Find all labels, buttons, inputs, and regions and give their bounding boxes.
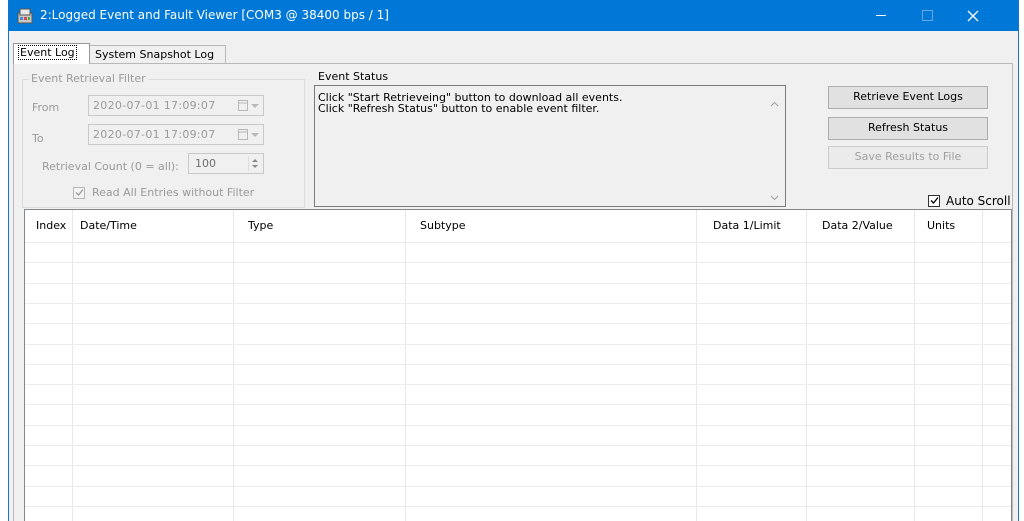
row-divider (25, 344, 1011, 345)
window-title: 2:Logged Event and Fault Viewer [COM3 @ … (40, 8, 389, 22)
row-divider (25, 425, 1011, 426)
close-icon (966, 9, 980, 23)
app-window: 2:Logged Event and Fault Viewer [COM3 @ … (8, 0, 1019, 521)
to-label: To (32, 132, 44, 145)
save-results-button[interactable]: Save Results to File (828, 146, 988, 169)
row-divider (25, 242, 1011, 243)
to-datetime-value: 2020-07-01 17:09:07 (93, 128, 216, 141)
row-divider (25, 364, 1011, 365)
maximize-button[interactable] (904, 0, 950, 31)
row-divider (25, 384, 1011, 385)
column-divider (806, 210, 807, 521)
row-divider (25, 465, 1011, 466)
close-button[interactable] (950, 0, 996, 31)
app-icon (17, 8, 33, 24)
table-header: Index Date/Time Type Subtype Data 1/Limi… (25, 210, 1011, 242)
column-header-type[interactable]: Type (248, 219, 273, 232)
tab-event-log-label: Event Log (18, 45, 77, 60)
tab-system-snapshot-log[interactable]: System Snapshot Log (89, 45, 226, 63)
from-datetime-picker[interactable]: 2020-07-01 17:09:07 (88, 95, 264, 116)
event-log-panel: Event Retrieval Filter From 2020-07-01 1… (13, 63, 1013, 521)
column-divider (233, 210, 234, 521)
column-header-units[interactable]: Units (927, 219, 955, 232)
auto-scroll-label: Auto Scroll (946, 194, 1011, 208)
row-divider (25, 486, 1011, 487)
column-divider (696, 210, 697, 521)
row-divider (25, 323, 1011, 324)
from-label: From (32, 101, 60, 114)
maximize-icon (922, 10, 933, 21)
scroll-down-icon[interactable] (770, 191, 779, 201)
event-status-legend: Event Status (316, 70, 391, 83)
event-retrieval-filter-group: Event Retrieval Filter From 2020-07-01 1… (22, 72, 305, 208)
event-status-textbox[interactable]: Click "Start Retrieveing" button to down… (314, 85, 786, 207)
retrieval-count-value: 100 (195, 157, 216, 170)
column-header-data1-limit[interactable]: Data 1/Limit (713, 219, 781, 232)
scroll-up-icon[interactable] (770, 97, 779, 107)
calendar-dropdown-icon (238, 100, 259, 112)
tab-system-snapshot-log-label: System Snapshot Log (95, 48, 215, 61)
tab-event-log[interactable]: Event Log (13, 43, 90, 64)
title-bar[interactable]: 2:Logged Event and Fault Viewer [COM3 @ … (9, 0, 1018, 31)
retrieval-count-spinner[interactable]: 100 (188, 153, 264, 174)
column-divider (405, 210, 406, 521)
column-header-datetime[interactable]: Date/Time (80, 219, 137, 232)
read-all-entries-label: Read All Entries without Filter (92, 186, 255, 199)
row-divider (25, 445, 1011, 446)
status-line: Click "Refresh Status" button to enable … (318, 102, 600, 115)
row-divider (25, 404, 1011, 405)
refresh-status-button[interactable]: Refresh Status (828, 117, 988, 140)
row-divider (25, 506, 1011, 507)
row-divider (25, 262, 1011, 263)
filter-group-legend: Event Retrieval Filter (29, 72, 148, 85)
spinner-arrows-icon (248, 156, 261, 171)
to-datetime-picker[interactable]: 2020-07-01 17:09:07 (88, 124, 264, 145)
row-divider (25, 303, 1011, 304)
column-header-subtype[interactable]: Subtype (420, 219, 466, 232)
from-datetime-value: 2020-07-01 17:09:07 (93, 99, 216, 112)
read-all-entries-checkbox[interactable] (73, 187, 85, 199)
minimize-button[interactable] (858, 0, 904, 31)
column-divider (72, 210, 73, 521)
retrieval-count-label: Retrieval Count (0 = all): (42, 160, 179, 173)
checkmark-icon (930, 197, 939, 204)
column-header-data2-value[interactable]: Data 2/Value (822, 219, 893, 232)
row-divider (25, 283, 1011, 284)
column-divider (982, 210, 983, 521)
event-log-table[interactable]: Index Date/Time Type Subtype Data 1/Limi… (24, 209, 1012, 521)
retrieve-event-logs-button[interactable]: Retrieve Event Logs (828, 86, 988, 109)
auto-scroll-checkbox[interactable] (928, 195, 940, 207)
column-header-index[interactable]: Index (36, 219, 66, 232)
column-divider (914, 210, 915, 521)
minimize-icon (876, 15, 886, 16)
checkmark-icon (75, 189, 84, 196)
calendar-dropdown-icon (238, 129, 259, 141)
